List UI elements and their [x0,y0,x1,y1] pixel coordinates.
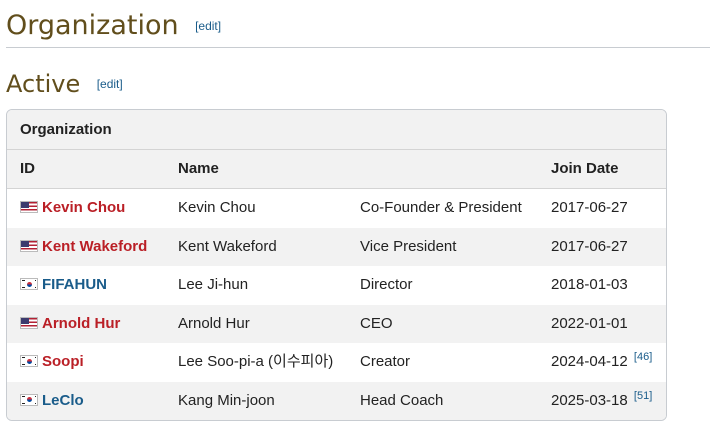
table-row: LeClo Kang Min-joon Head Coach 2025-03-18 [… [7,381,666,421]
member-name: Kang Min-joon [178,391,275,409]
member-role: Co-Founder & President [360,199,522,216]
header-name: Name [178,160,219,177]
join-date-cell: 2017-06-27 [551,228,628,267]
member-role: CEO [360,314,393,332]
header-join-date: Join Date [551,160,619,177]
join-date-cell: 2025-03-18 [51] [551,382,652,421]
join-date-cell: 2017-06-27 [551,189,628,228]
player-id-link[interactable]: Kent Wakeford [42,238,147,255]
organization-table: Organization ID Name Join Date Kevin Cho… [6,109,667,421]
player-id-link[interactable]: Kevin Chou [42,199,125,216]
member-role: Director [360,276,413,293]
player-id-link[interactable]: Arnold Hur [42,315,120,332]
table-caption: Organization [7,110,666,150]
kr-flag-icon [20,278,38,290]
kr-flag-icon [20,355,38,367]
player-id-cell: LeClo [20,382,84,421]
table-row: Kevin Chou Kevin Chou Co-Founder & Preside… [7,189,666,228]
subsection-edit-link[interactable]: [edit] [97,77,123,91]
table-row: FIFAHUN Lee Ji-hun Director 2018-01-03 [7,266,666,305]
reference-link[interactable]: [51] [634,390,652,402]
member-role: Vice President [360,237,457,255]
join-date: 2017-06-27 [551,199,628,216]
join-date: 2018-01-03 [551,276,628,293]
us-flag-icon [20,239,38,252]
section-title: Organization [6,10,179,41]
us-flag-icon [20,316,38,329]
player-id-cell: Kent Wakeford [20,228,147,267]
player-id-link[interactable]: LeClo [42,392,84,409]
player-id-cell: Kevin Chou [20,189,125,228]
join-date: 2022-01-01 [551,314,628,332]
subsection-title: Active [6,70,81,98]
player-id-cell: Arnold Hur [20,305,120,344]
join-date: 2017-06-27 [551,237,628,255]
us-flag-icon [20,201,38,213]
player-id-cell: Soopi [20,343,84,382]
join-date: 2025-03-18 [551,391,628,409]
join-date-cell: 2022-01-01 [551,305,628,344]
subsection-heading-active: Active [edit] [6,70,123,98]
member-name: Lee Ji-hun [178,276,249,293]
player-id-link[interactable]: Soopi [42,353,84,370]
section-edit-link[interactable]: [edit] [195,19,221,33]
member-role: Creator [360,353,411,370]
member-name: Arnold Hur [178,314,250,332]
table-body: Kevin Chou Kevin Chou Co-Founder & Preside… [7,189,666,420]
player-id-link[interactable]: FIFAHUN [42,276,107,293]
member-role: Head Coach [360,391,444,409]
header-id: ID [20,160,35,177]
table-row: Arnold Hur Arnold Hur CEO 2022-01-01 [7,304,666,344]
reference-link[interactable]: [46] [634,351,652,363]
join-date-cell: 2018-01-03 [551,266,628,305]
member-name: Kent Wakeford [178,237,277,255]
table-row: Soopi Lee Soo-pi-a (이수피아) Creator 2024-04-1… [7,343,666,382]
table-header-row: ID Name Join Date [7,150,666,189]
member-name: Lee Soo-pi-a (이수피아) [178,353,334,370]
section-heading-organization: Organization [edit] [6,10,710,48]
table-row: Kent Wakeford Kent Wakeford Vice President… [7,227,666,267]
kr-flag-icon [20,393,38,406]
player-id-cell: FIFAHUN [20,266,107,305]
join-date: 2024-04-12 [551,353,628,370]
member-name: Kevin Chou [178,199,256,216]
join-date-cell: 2024-04-12 [46] [551,343,652,382]
